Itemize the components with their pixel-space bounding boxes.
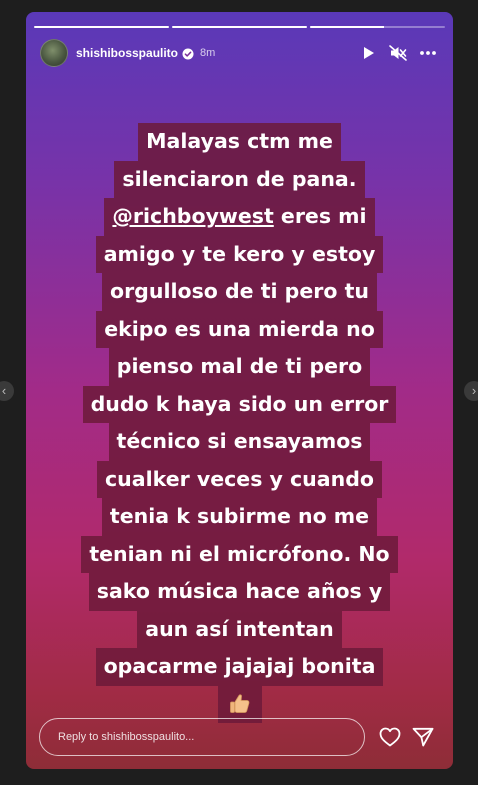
progress-segment (310, 26, 445, 28)
story-text-line: tenian ni el micrófono. No (81, 535, 398, 573)
story-text-line: aun así intentan (137, 610, 342, 648)
reply-input[interactable] (56, 730, 364, 744)
send-icon[interactable] (411, 725, 435, 749)
story-text-line: opacarme jajajaj bonita (95, 648, 384, 686)
progress-segment (34, 26, 169, 28)
story-text-line: pienso mal de ti pero (108, 348, 371, 386)
thumbs-up-emoji (217, 685, 262, 723)
username[interactable]: shishibosspaulito (76, 46, 178, 60)
story-text-line: técnico si ensayamos (108, 423, 371, 461)
story-text: Malayas ctm me silenciaron de pana. @ric… (26, 123, 453, 723)
mention-link[interactable]: @richboywest (112, 204, 273, 228)
story-header: shishibosspaulito 8m (40, 38, 439, 68)
story-text-line: @richboywest eres mi (104, 198, 375, 236)
more-icon[interactable] (417, 42, 439, 64)
next-story-button[interactable]: › (464, 381, 478, 401)
progress-segment (172, 26, 307, 28)
previous-story-button[interactable]: ‹ (0, 381, 14, 401)
story-text-line: tenia k subirme no me (101, 498, 378, 536)
heart-icon[interactable] (378, 725, 402, 749)
play-icon[interactable] (357, 42, 379, 64)
story-viewer: ‹ › shishibosspaulito 8m Malayas ctm me … (0, 0, 478, 785)
story-card: shishibosspaulito 8m Malayas ctm me sile… (26, 12, 453, 769)
story-progress (34, 26, 445, 28)
story-text-line: amigo y te kero y estoy (95, 235, 384, 273)
story-text-line: silenciaron de pana. (114, 160, 365, 198)
story-text-line: dudo k haya sido un error (82, 385, 397, 423)
verified-badge-icon (182, 47, 194, 60)
story-text-line: sako música hace años y (88, 573, 391, 611)
story-text-line: cualker veces y cuando (97, 460, 382, 498)
post-time: 8m (200, 47, 216, 59)
story-text-line: orgulloso de ti pero tu (101, 273, 377, 311)
muted-speaker-icon[interactable] (387, 42, 409, 64)
story-text-line: ekipo es una mierda no (96, 310, 383, 348)
avatar[interactable] (40, 39, 68, 67)
story-text-line: Malayas ctm me (138, 123, 341, 161)
reply-field[interactable] (39, 718, 365, 756)
